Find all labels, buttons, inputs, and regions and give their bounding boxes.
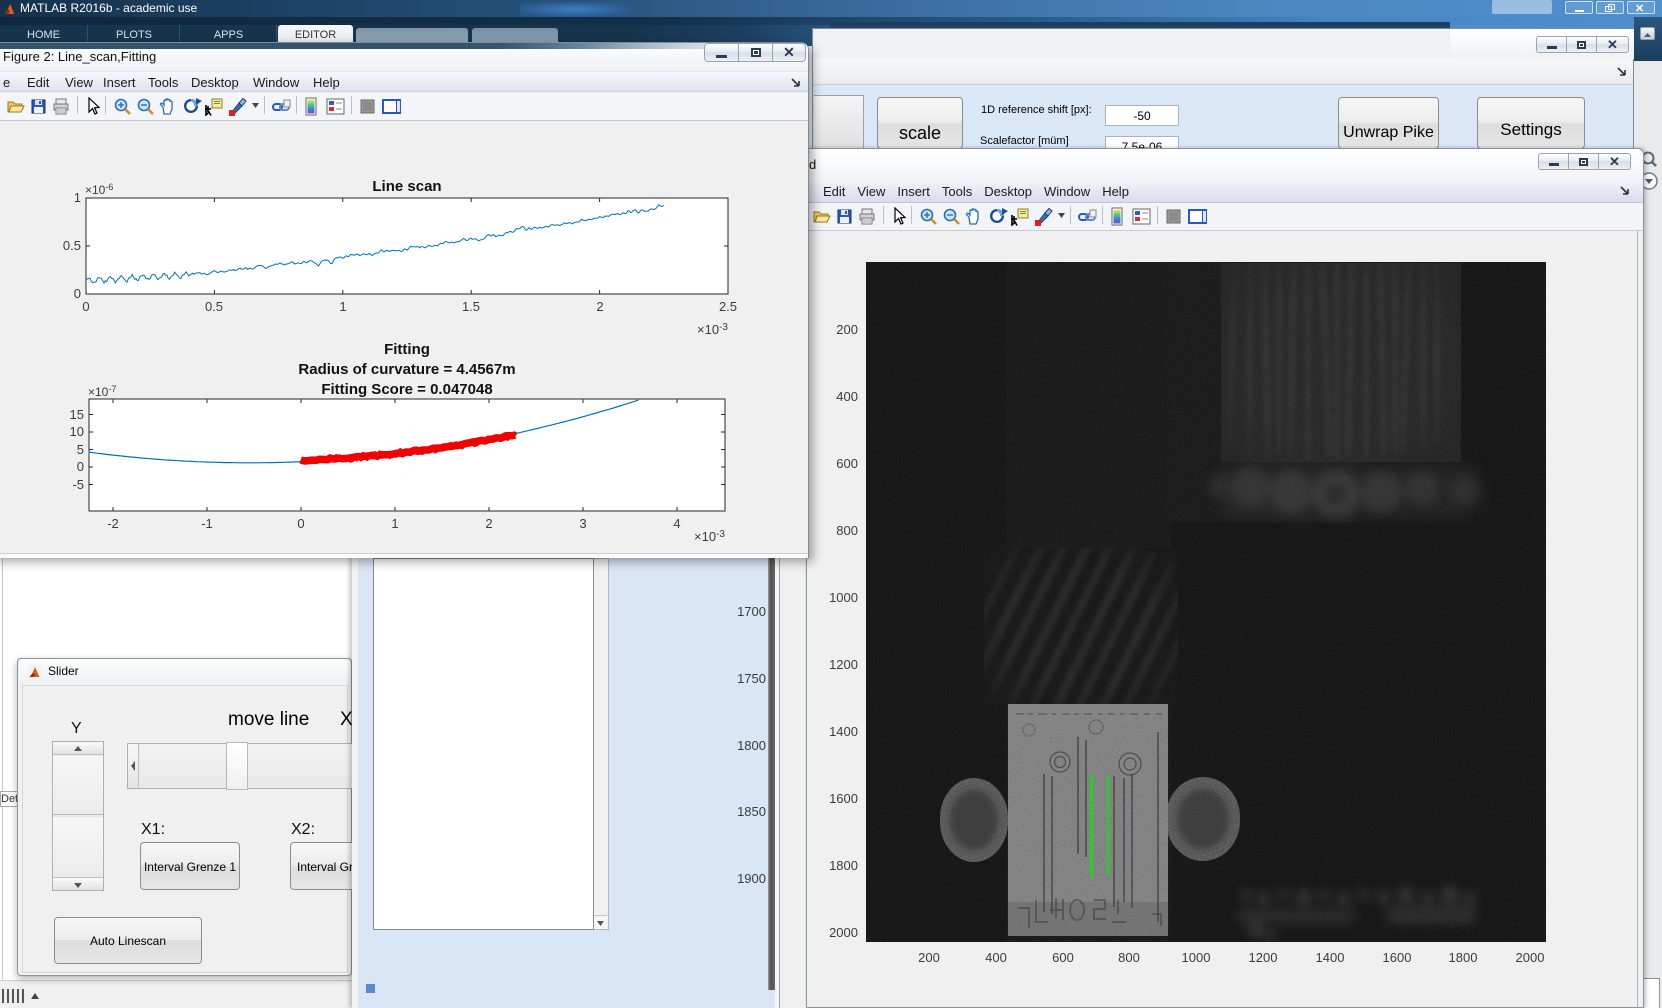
svg-text:Radius of curvature = 4.4567m: Radius of curvature = 4.4567m [298, 361, 515, 378]
svg-text:-5: -5 [72, 477, 84, 492]
svg-text:Fitting Score = 0.047048: Fitting Score = 0.047048 [321, 381, 492, 398]
svg-text:2: 2 [596, 299, 603, 314]
svg-text:Line scan: Line scan [372, 178, 441, 195]
svg-text:2: 2 [485, 516, 492, 531]
svg-text:0: 0 [297, 516, 304, 531]
svg-text:×10-7: ×10-7 [88, 384, 116, 399]
svg-text:×10-3: ×10-3 [697, 322, 728, 337]
svg-text:10: 10 [70, 424, 84, 439]
svg-text:2.5: 2.5 [719, 299, 737, 314]
svg-text:5: 5 [77, 442, 84, 457]
svg-text:15: 15 [70, 407, 84, 422]
svg-text:3: 3 [579, 516, 586, 531]
svg-text:-2: -2 [107, 516, 119, 531]
svg-text:0: 0 [77, 459, 84, 474]
svg-text:×10-6: ×10-6 [85, 182, 113, 197]
svg-text:0: 0 [74, 286, 81, 301]
svg-text:0: 0 [82, 299, 89, 314]
svg-text:0.5: 0.5 [63, 238, 81, 253]
svg-text:Fitting: Fitting [384, 341, 430, 358]
svg-text:1.5: 1.5 [462, 299, 480, 314]
svg-text:1: 1 [339, 299, 346, 314]
svg-text:-1: -1 [201, 516, 213, 531]
svg-text:×10-3: ×10-3 [694, 529, 725, 544]
svg-text:1: 1 [74, 190, 81, 205]
svg-text:0.5: 0.5 [205, 299, 223, 314]
svg-text:4: 4 [673, 516, 680, 531]
svg-text:1: 1 [391, 516, 398, 531]
